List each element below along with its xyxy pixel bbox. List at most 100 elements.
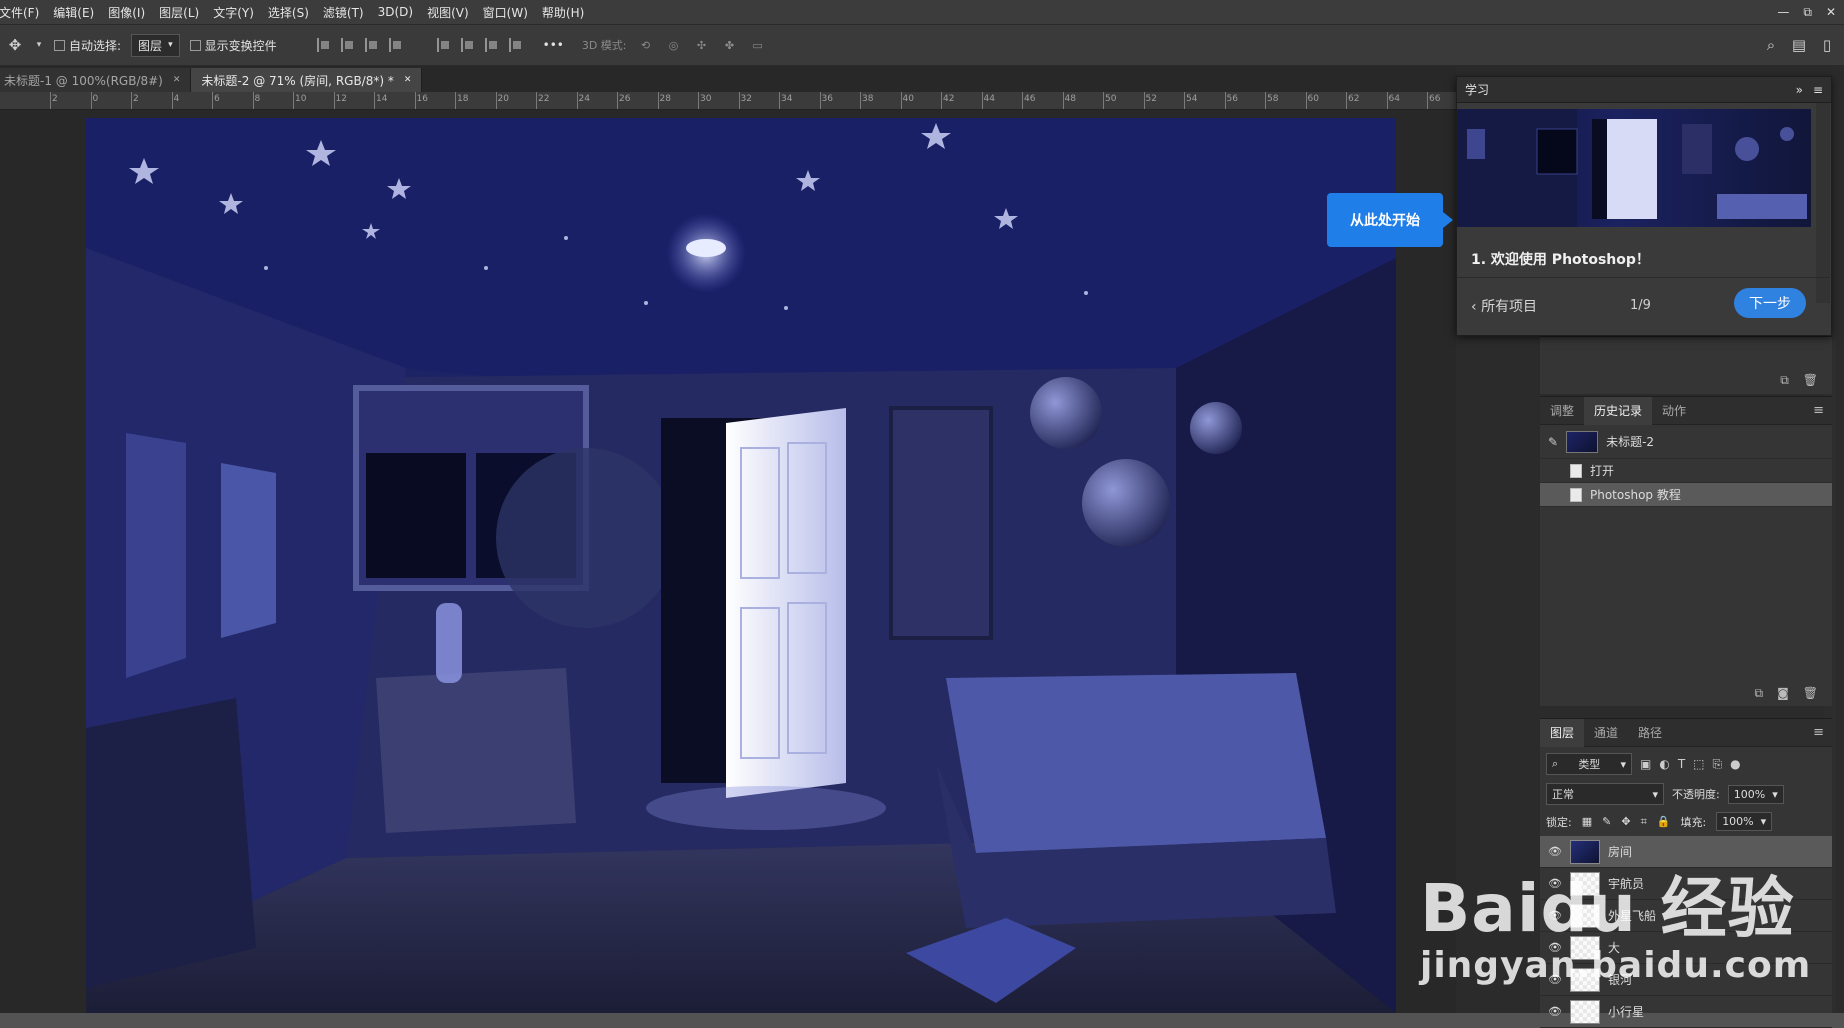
ruler-tick <box>1224 92 1226 109</box>
eye-icon[interactable]: 👁 <box>1548 941 1562 954</box>
close-window-button[interactable]: ✕ <box>1826 5 1836 19</box>
menu-layer[interactable]: 图层(L) <box>152 4 206 21</box>
layer-filter-dropdown[interactable]: ⌕ 类型 ▾ <box>1546 753 1632 775</box>
ruler-tick <box>576 92 578 109</box>
shape-filter-icon[interactable]: ⬚ <box>1693 757 1704 771</box>
menu-window[interactable]: 窗口(W) <box>476 4 535 21</box>
fill-input[interactable]: 100% ▾ <box>1716 812 1773 831</box>
smart-filter-icon[interactable]: ⎘ <box>1713 757 1723 772</box>
checkbox-icon <box>189 39 201 51</box>
lock-pixels-icon[interactable]: ▦ <box>1582 815 1592 828</box>
share-icon[interactable]: ▯ <box>1818 36 1836 54</box>
pan-3d-icon[interactable]: ✣ <box>693 39 711 52</box>
minimize-button[interactable]: — <box>1777 5 1789 19</box>
lock-artboard-icon[interactable]: ⌗ <box>1641 815 1647 829</box>
history-snapshot[interactable]: ✎ 未标题-2 <box>1540 425 1832 459</box>
ruler-tick <box>900 92 902 109</box>
distribute-vertical-icon[interactable] <box>508 38 523 52</box>
expand-icon[interactable]: » <box>1796 83 1803 97</box>
show-transform-checkbox[interactable]: 显示变换控件 <box>189 37 277 54</box>
close-icon[interactable]: ✕ <box>404 75 412 85</box>
trash-icon[interactable]: 🗑 <box>1803 686 1818 700</box>
lock-all-icon[interactable]: 🔒 <box>1657 815 1671 828</box>
align-right-icon[interactable] <box>364 38 379 52</box>
menu-3d[interactable]: 3D(D) <box>371 5 420 19</box>
chevron-down-icon[interactable]: ▾ <box>34 40 44 50</box>
panel-menu-icon[interactable]: ≡ <box>1813 725 1824 740</box>
new-document-icon[interactable]: ⧉ <box>1755 686 1764 701</box>
scale-3d-icon[interactable]: ▭ <box>749 39 767 52</box>
distribute-icon[interactable] <box>388 38 403 52</box>
eye-icon[interactable]: 👁 <box>1548 973 1562 986</box>
tab-layers[interactable]: 图层 <box>1540 718 1585 747</box>
tab-actions[interactable]: 动作 <box>1652 397 1696 425</box>
blend-mode-dropdown[interactable]: 正常 ▾ <box>1546 783 1664 805</box>
panel-menu-icon[interactable]: ≡ <box>1813 83 1823 97</box>
type-filter-icon[interactable]: T <box>1678 757 1685 771</box>
orbit-3d-icon[interactable]: ⟲ <box>637 39 655 52</box>
ruler-label: 34 <box>781 94 793 104</box>
more-options-button[interactable]: ••• <box>543 38 564 52</box>
eye-icon[interactable]: 👁 <box>1548 845 1562 858</box>
document-canvas[interactable] <box>86 118 1396 1013</box>
panel-menu-icon[interactable]: ≡ <box>1813 403 1824 418</box>
layer-row[interactable]: 👁 大 <box>1540 932 1832 964</box>
poster-astronaut <box>889 406 993 640</box>
layer-row[interactable]: 👁 宇航员 <box>1540 868 1832 900</box>
align-bottom-icon[interactable] <box>484 38 499 52</box>
lock-move-icon[interactable]: ✥ <box>1621 815 1630 828</box>
menu-help[interactable]: 帮助(H) <box>535 4 591 21</box>
tab-channels[interactable]: 通道 <box>1584 719 1628 747</box>
pixel-filter-icon[interactable]: ▣ <box>1640 757 1651 771</box>
eye-icon[interactable]: 👁 <box>1548 877 1562 890</box>
move-tool-icon[interactable]: ✥ <box>6 36 24 54</box>
eye-icon[interactable]: 👁 <box>1548 1005 1562 1018</box>
align-left-icon[interactable] <box>316 38 331 52</box>
menu-edit[interactable]: 编辑(E) <box>46 4 101 21</box>
all-items-link[interactable]: ‹ 所有项目 <box>1471 296 1537 316</box>
lock-paint-icon[interactable]: ✎ <box>1602 815 1611 828</box>
adjustment-filter-icon[interactable]: ◐ <box>1659 757 1669 771</box>
fill-value: 100% <box>1722 815 1754 828</box>
tab-adjustments[interactable]: 调整 <box>1540 397 1584 425</box>
ruler-label: 62 <box>1348 94 1360 104</box>
workspace-icon[interactable]: ▤ <box>1790 36 1808 54</box>
auto-select-dropdown[interactable]: 图层 ▾ <box>131 33 180 57</box>
new-item-icon[interactable]: ⧉ <box>1780 373 1789 388</box>
layer-row[interactable]: 👁 房间 <box>1540 836 1832 868</box>
trash-icon[interactable]: 🗑 <box>1803 373 1818 388</box>
tab-history[interactable]: 历史记录 <box>1584 396 1653 425</box>
layer-row[interactable]: 👁 外星飞船 <box>1540 900 1832 932</box>
align-middle-icon[interactable] <box>460 38 475 52</box>
next-step-button[interactable]: 下一步 <box>1734 288 1806 318</box>
filter-toggle-icon[interactable]: ● <box>1730 757 1740 771</box>
menu-image[interactable]: 图像(I) <box>101 4 152 21</box>
history-item-tutorial[interactable]: Photoshop 教程 <box>1540 483 1832 507</box>
align-top-icon[interactable] <box>436 38 451 52</box>
restore-button[interactable]: ⧉ <box>1803 5 1812 20</box>
menu-bar: 文件(F) 编辑(E) 图像(I) 图层(L) 文字(Y) 选择(S) 滤镜(T… <box>0 0 1844 24</box>
learn-scrollbar[interactable] <box>1816 103 1830 303</box>
roll-3d-icon[interactable]: ◎ <box>665 39 683 52</box>
slide-3d-icon[interactable]: ✤ <box>721 39 739 52</box>
history-item-open[interactable]: 打开 <box>1540 459 1832 483</box>
layer-row[interactable]: 👁 小行星 <box>1540 996 1832 1028</box>
menu-view[interactable]: 视图(V) <box>420 4 476 21</box>
opacity-input[interactable]: 100% ▾ <box>1727 784 1784 804</box>
menu-select[interactable]: 选择(S) <box>261 4 316 21</box>
tab-paths[interactable]: 路径 <box>1628 719 1672 747</box>
auto-select-checkbox[interactable]: 自动选择: <box>54 37 121 54</box>
upper-panel-footer: ⧉ 🗑 <box>1780 373 1818 388</box>
poster-earth <box>221 463 276 638</box>
eye-icon[interactable]: 👁 <box>1548 909 1562 922</box>
menu-filter[interactable]: 滤镜(T) <box>316 4 371 21</box>
menu-file[interactable]: 文件(F) <box>0 4 46 21</box>
close-icon[interactable]: ✕ <box>173 75 181 85</box>
tab-doc-2[interactable]: 未标题-2 @ 71% (房间, RGB/8*) * ✕ <box>191 68 423 92</box>
layer-row[interactable]: 👁 银河 <box>1540 964 1832 996</box>
tab-doc-1[interactable]: 未标题-1 @ 100%(RGB/8#) ✕ <box>0 68 192 92</box>
menu-type[interactable]: 文字(Y) <box>206 4 261 21</box>
search-icon[interactable]: ⌕ <box>1762 36 1780 54</box>
align-center-icon[interactable] <box>340 38 355 52</box>
camera-icon[interactable]: ◙ <box>1777 686 1789 700</box>
